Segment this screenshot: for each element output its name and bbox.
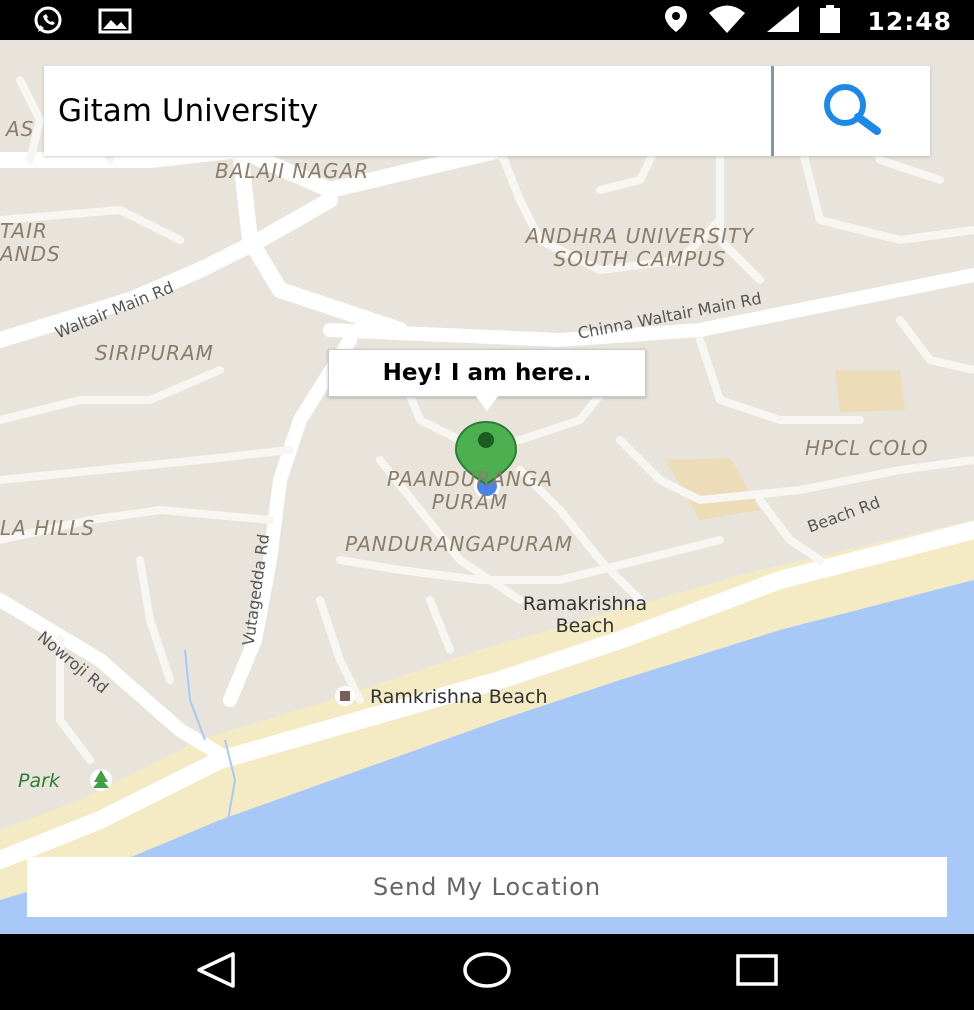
send-location-button[interactable]: Send My Location — [27, 857, 947, 917]
battery-icon — [819, 4, 841, 39]
wifi-icon — [707, 4, 747, 39]
search-button[interactable] — [774, 66, 930, 156]
back-icon — [191, 950, 241, 995]
park-icon — [90, 769, 112, 791]
status-clock: 12:48 — [867, 7, 952, 36]
area-label-hpcl-colo: HPCL COLO — [805, 436, 929, 460]
beach-poi-icon[interactable] — [335, 686, 355, 706]
area-label-la-hills: LA HILLS — [0, 516, 96, 540]
area-label-balaji-nagar: BALAJI NAGAR — [215, 159, 370, 183]
poi-label-ramkrishna-beach[interactable]: Ramkrishna Beach — [370, 686, 548, 708]
back-button[interactable] — [186, 950, 246, 994]
park-label: Park — [18, 770, 60, 792]
whatsapp-icon — [26, 6, 70, 41]
home-button[interactable] — [457, 950, 517, 994]
info-window[interactable]: Hey! I am here.. — [328, 349, 646, 411]
area-label-paanduranga-puram: PAANDURANGA PURAM — [386, 467, 554, 514]
area-label-andhra-university: ANDHRA UNIVERSITY SOUTH CAMPUS — [525, 224, 755, 271]
navigation-bar — [0, 934, 974, 1010]
area-label-tair-ands: TAIR ANDS — [0, 219, 61, 266]
search-bar — [44, 66, 930, 156]
area-label-siripuram: SIRIPURAM — [95, 341, 214, 365]
signal-icon — [765, 4, 801, 39]
location-icon — [663, 4, 689, 39]
info-window-tail — [475, 395, 499, 411]
recents-icon — [732, 950, 782, 995]
recents-button[interactable] — [727, 950, 787, 994]
poi-label-ramakrishna-beach[interactable]: Ramakrishna Beach — [495, 593, 675, 637]
image-icon — [98, 8, 132, 39]
area-label-pandurangapuram: PANDURANGAPURAM — [345, 532, 573, 556]
area-label-as: AS — [6, 117, 35, 141]
status-bar: 12:48 — [0, 0, 974, 40]
search-input[interactable] — [44, 66, 772, 156]
map-view[interactable]: BALAJI NAGAR ANDHRA UNIVERSITY SOUTH CAM… — [0, 40, 974, 934]
home-icon — [460, 950, 514, 995]
info-window-text: Hey! I am here.. — [382, 360, 592, 386]
search-icon — [807, 79, 897, 144]
